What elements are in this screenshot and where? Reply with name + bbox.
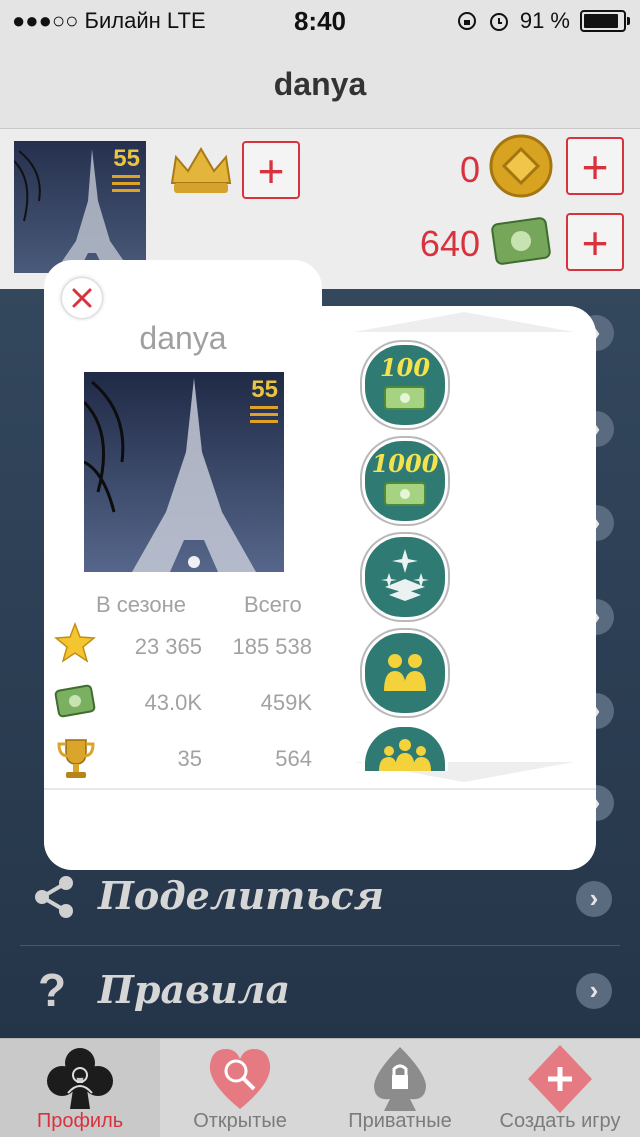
stat-season-value: 43.0K (144, 690, 203, 715)
achievement-badge[interactable]: 100 (362, 342, 448, 428)
money-icon (384, 482, 426, 506)
column-total-header: Всего (244, 592, 302, 617)
trophy-icon (57, 739, 95, 778)
player-avatar: 55 (84, 372, 284, 572)
stars-chevron-icon (381, 549, 429, 601)
avatar[interactable]: 55 (14, 141, 146, 273)
tab-private-games[interactable]: Приватные (320, 1039, 480, 1137)
buy-coins-button[interactable]: + (566, 137, 624, 195)
rank-bar (250, 406, 278, 409)
money-icon (384, 386, 426, 410)
spade-lock-icon (374, 1047, 426, 1111)
heart-search-icon (209, 1049, 271, 1109)
achievement-label: 1000 (371, 449, 439, 478)
tab-label: Приватные (348, 1110, 452, 1132)
group-icon (379, 739, 431, 771)
page-title: danya (0, 40, 640, 129)
status-bar: ●●●○○ Билайн LTE 8:40 91 % (0, 0, 640, 40)
star-icon (54, 622, 96, 663)
money-value: 640 (419, 223, 480, 264)
level-badge: 55 (113, 145, 140, 172)
level-badge: 55 (251, 376, 278, 403)
tab-profile[interactable]: Профиль (0, 1039, 160, 1137)
rank-bar (250, 413, 278, 416)
stat-total-value: 564 (275, 746, 312, 771)
tab-create-game[interactable]: Создать игру (480, 1039, 640, 1137)
popup-footer (44, 788, 596, 870)
stat-season-value: 35 (177, 746, 202, 771)
tab-open-games[interactable]: Открытые (160, 1039, 320, 1137)
rank-bar (250, 420, 278, 423)
tab-label: Открытые (193, 1110, 287, 1132)
stat-total-value: 459K (260, 690, 312, 715)
alarm-icon (489, 13, 508, 31)
crown-icon (170, 147, 232, 193)
status-right: 91 % (456, 8, 630, 34)
column-season-header: В сезоне (96, 592, 186, 617)
achievement-badge[interactable]: 1000 (362, 438, 448, 524)
achievement-label: 100 (379, 353, 431, 382)
rank-bar (112, 175, 140, 178)
scroll-up-indicator (354, 312, 574, 332)
diamond-plus-icon (528, 1045, 592, 1113)
menu-item-label: Правила (98, 967, 291, 1012)
two-people-icon (384, 654, 426, 691)
question-icon: ? (38, 964, 67, 1016)
chevron-right-icon: › (576, 881, 612, 917)
chevron-right-icon: › (576, 973, 612, 1009)
battery-icon (580, 10, 630, 32)
menu-item-label: Поделиться (98, 873, 384, 918)
battery-percent: 91 % (519, 8, 570, 33)
close-icon (72, 288, 92, 308)
rotation-lock-icon (457, 12, 476, 30)
achievement-badge[interactable] (362, 534, 448, 620)
stat-total-value: 185 538 (232, 634, 312, 659)
rank-bar (112, 189, 140, 192)
tab-label: Создать игру (499, 1110, 621, 1132)
coin-icon (489, 134, 553, 198)
money-icon (54, 684, 96, 718)
rank-bar (112, 182, 140, 185)
buy-vip-button[interactable]: + (242, 141, 300, 199)
menu-item-rules[interactable]: ? Правила › (20, 947, 620, 1039)
tab-bar: Профиль Открытые Приватные Создать игру (0, 1038, 640, 1137)
player-name: danya (139, 320, 227, 356)
achievement-badge[interactable] (362, 630, 448, 716)
club-person-icon (47, 1048, 113, 1109)
player-stats-popup: danya 55 В сезоне Всего 23 365 185 538 4… (44, 260, 596, 870)
achievements-panel[interactable] (314, 306, 596, 868)
tab-label: Профиль (36, 1110, 124, 1132)
close-button[interactable] (62, 278, 102, 318)
stat-season-value: 23 365 (134, 634, 202, 659)
share-icon (35, 876, 73, 918)
coins-value: 0 (459, 149, 480, 190)
